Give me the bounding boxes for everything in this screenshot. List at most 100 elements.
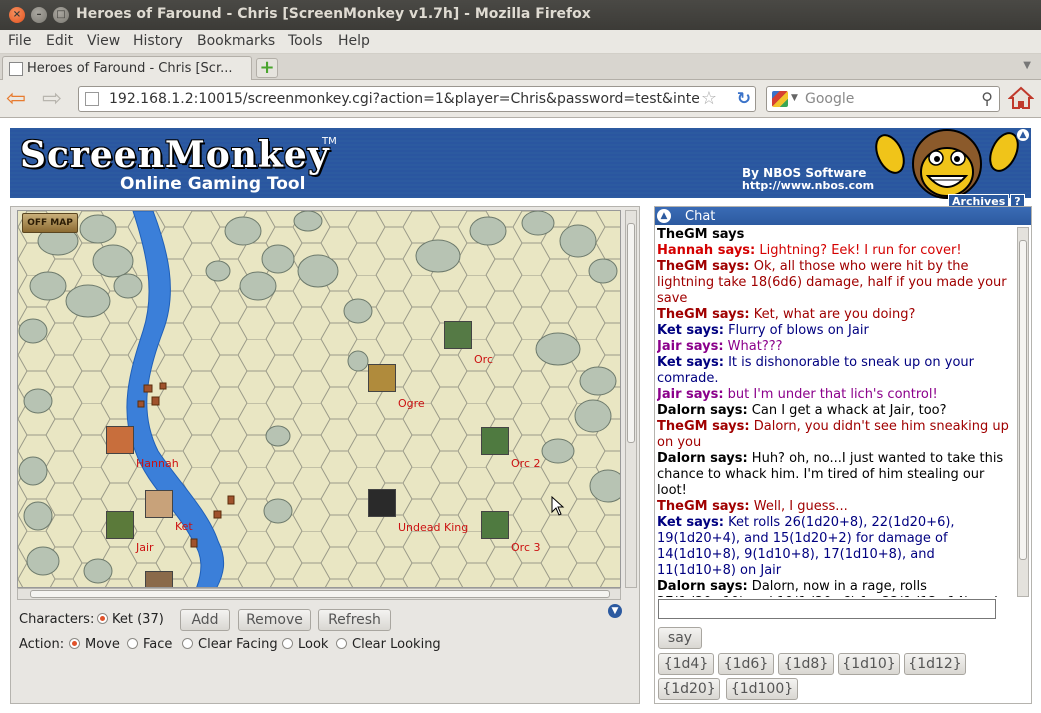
- chat-log: TheGM says Hannah says: Lightning? Eek! I…: [657, 227, 1017, 597]
- home-icon[interactable]: [1008, 86, 1034, 110]
- dice-1d100-button[interactable]: {1d100}: [726, 678, 798, 700]
- menu-tools[interactable]: Tools: [288, 33, 323, 49]
- google-icon[interactable]: [772, 91, 788, 107]
- collapse-banner-icon[interactable]: ▲: [1016, 128, 1030, 142]
- page-icon: [9, 62, 23, 76]
- scroll-thumb[interactable]: [627, 223, 635, 443]
- close-window-button[interactable]: ×: [9, 7, 25, 23]
- back-button[interactable]: ⇦: [6, 86, 26, 110]
- hannah-token[interactable]: [106, 426, 134, 454]
- tab-list-arrow-icon[interactable]: ▼: [1023, 60, 1031, 71]
- url-text[interactable]: 192.168.1.2:10015/screenmonkey.cgi?actio…: [109, 91, 699, 107]
- add-button[interactable]: Add: [180, 609, 230, 631]
- chat-scrollbar[interactable]: [1017, 227, 1029, 597]
- orc-2-token[interactable]: [481, 427, 509, 455]
- chat-message-sender: Ket says:: [657, 323, 724, 338]
- publisher-url: http://www.nbos.com: [742, 179, 875, 192]
- dice-1d12-button[interactable]: {1d12}: [904, 653, 966, 675]
- map-horizontal-scrollbar[interactable]: [17, 588, 621, 600]
- dice-1d10-button[interactable]: {1d10}: [838, 653, 900, 675]
- chat-message-sender: TheGM says:: [657, 419, 750, 434]
- action-radio-look[interactable]: [282, 638, 293, 649]
- dice-1d4-button[interactable]: {1d4}: [658, 653, 714, 675]
- screenmonkey-banner: ScreenMonkey TM Online Gaming Tool By NB…: [10, 128, 1031, 209]
- chat-message-sender: Hannah says:: [657, 243, 756, 258]
- action-face-label: Face: [143, 637, 173, 652]
- menu-edit[interactable]: Edit: [46, 33, 73, 49]
- page-content: ScreenMonkey TM Online Gaming Tool By NB…: [0, 118, 1041, 713]
- menu-history[interactable]: History: [133, 33, 183, 49]
- menu-file[interactable]: File: [8, 33, 31, 49]
- characters-label: Characters:: [19, 612, 95, 627]
- remove-button[interactable]: Remove: [238, 609, 311, 631]
- menu-view[interactable]: View: [87, 33, 120, 49]
- orc-2-label: Orc 2: [511, 457, 541, 470]
- action-move-label: Move: [85, 637, 120, 652]
- chat-message: TheGM says: Dalorn, you didn't see him s…: [657, 419, 1017, 451]
- partial-token[interactable]: [145, 571, 173, 587]
- site-identity-icon[interactable]: [85, 92, 99, 106]
- search-input[interactable]: Google: [805, 91, 854, 107]
- chat-message-input[interactable]: [658, 599, 996, 619]
- undead-king-label: Undead King: [398, 521, 469, 534]
- expand-controls-icon[interactable]: ▼: [608, 604, 622, 618]
- navigation-toolbar: ⇦ ⇨ 192.168.1.2:10015/screenmonkey.cgi?a…: [0, 80, 1041, 118]
- menu-help[interactable]: Help: [338, 33, 370, 49]
- engine-dropdown-icon[interactable]: ▼: [791, 93, 798, 103]
- collapse-chat-icon[interactable]: ▲: [657, 209, 671, 223]
- chat-message-sender: Ket says:: [657, 355, 724, 370]
- hex-map[interactable]: OFF MAP Orc Ogre Hannah Orc 2 Ket Undead…: [17, 210, 621, 588]
- orc-label: Orc: [474, 353, 493, 366]
- browser-tab[interactable]: Heroes of Faround - Chris [Scr...: [2, 56, 252, 80]
- menu-bookmarks[interactable]: Bookmarks: [197, 33, 275, 49]
- ogre-token[interactable]: [368, 364, 396, 392]
- chat-message-text: Lightning? Eek! I run for cover!: [755, 243, 962, 258]
- chat-message: Dalorn says: Can I get a whack at Jair, …: [657, 403, 1017, 419]
- screenmonkey-logo: ScreenMonkey: [20, 134, 330, 176]
- action-radio-clear-looking[interactable]: [336, 638, 347, 649]
- action-clear-looking-label: Clear Looking: [352, 637, 441, 652]
- chat-message: Ket says: Ket rolls 26(1d20+8), 22(1d20+…: [657, 515, 1017, 579]
- action-look-label: Look: [298, 637, 329, 652]
- refresh-button[interactable]: Refresh: [318, 609, 391, 631]
- address-bar[interactable]: 192.168.1.2:10015/screenmonkey.cgi?actio…: [78, 86, 756, 112]
- bookmark-star-icon[interactable]: ☆: [701, 88, 717, 109]
- character-radio-ket[interactable]: [97, 613, 108, 624]
- scroll-thumb[interactable]: [30, 590, 610, 598]
- action-radio-clear-facing[interactable]: [182, 638, 193, 649]
- action-radio-move[interactable]: [69, 638, 80, 649]
- tab-title: Heroes of Faround - Chris [Scr...: [27, 61, 233, 76]
- map-vertical-scrollbar[interactable]: [625, 210, 637, 588]
- banner-subtitle: Online Gaming Tool: [120, 174, 306, 194]
- scroll-thumb[interactable]: [1019, 240, 1027, 560]
- dice-1d8-button[interactable]: {1d8}: [778, 653, 834, 675]
- dice-1d6-button[interactable]: {1d6}: [718, 653, 774, 675]
- reload-icon[interactable]: ↻: [737, 89, 751, 109]
- chat-message-sender: Jair says:: [657, 387, 724, 402]
- chat-message-sender: TheGM says:: [657, 307, 750, 322]
- say-button[interactable]: say: [658, 627, 702, 649]
- search-bar[interactable]: ▼ Google ⚲: [766, 86, 1000, 112]
- orc-3-token[interactable]: [481, 511, 509, 539]
- chat-message: TheGM says: Ok, all those who were hit b…: [657, 259, 1017, 307]
- minimize-window-button[interactable]: –: [31, 7, 47, 23]
- orc-token[interactable]: [444, 321, 472, 349]
- ogre-label: Ogre: [398, 397, 425, 410]
- chat-message-text: Flurry of blows on Jair: [723, 323, 869, 338]
- chat-message: Jair says: What???: [657, 339, 1017, 355]
- maximize-window-button[interactable]: □: [53, 7, 69, 23]
- menu-bar: File Edit View History Bookmarks Tools H…: [0, 30, 1041, 54]
- new-tab-button[interactable]: +: [256, 58, 278, 78]
- search-icon[interactable]: ⚲: [981, 89, 993, 108]
- chat-panel: ▲ Chat TheGM says Hannah says: Lightning?…: [654, 206, 1032, 704]
- dice-1d20-button[interactable]: {1d20}: [658, 678, 720, 700]
- forward-button[interactable]: ⇨: [42, 86, 62, 110]
- chat-message-sender: Ket says:: [657, 515, 724, 530]
- jair-token[interactable]: [106, 511, 134, 539]
- off-map-button[interactable]: OFF MAP: [22, 213, 78, 233]
- ket-token[interactable]: [145, 490, 173, 518]
- chat-message: Dalorn says: Dalorn, now in a rage, roll…: [657, 579, 1017, 597]
- action-radio-face[interactable]: [127, 638, 138, 649]
- chat-message: Jair says: but I'm under that lich's con…: [657, 387, 1017, 403]
- undead-king-token[interactable]: [368, 489, 396, 517]
